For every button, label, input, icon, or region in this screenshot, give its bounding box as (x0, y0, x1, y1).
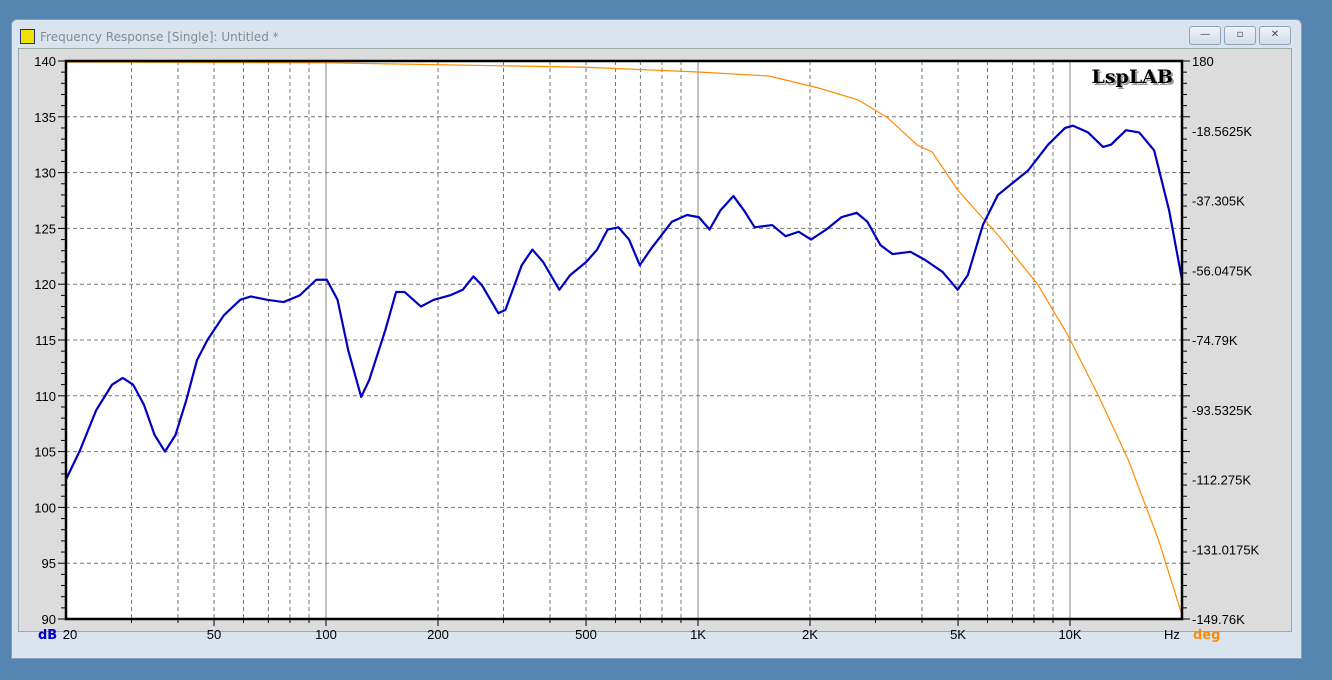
maximize-button[interactable]: ▫ (1224, 26, 1256, 45)
close-button[interactable]: ✕ (1259, 26, 1291, 45)
chart-panel (18, 48, 1292, 632)
minimize-button[interactable]: — (1189, 26, 1221, 45)
window-title: Frequency Response [Single]: Untitled * (40, 30, 279, 44)
app-icon (20, 29, 35, 44)
